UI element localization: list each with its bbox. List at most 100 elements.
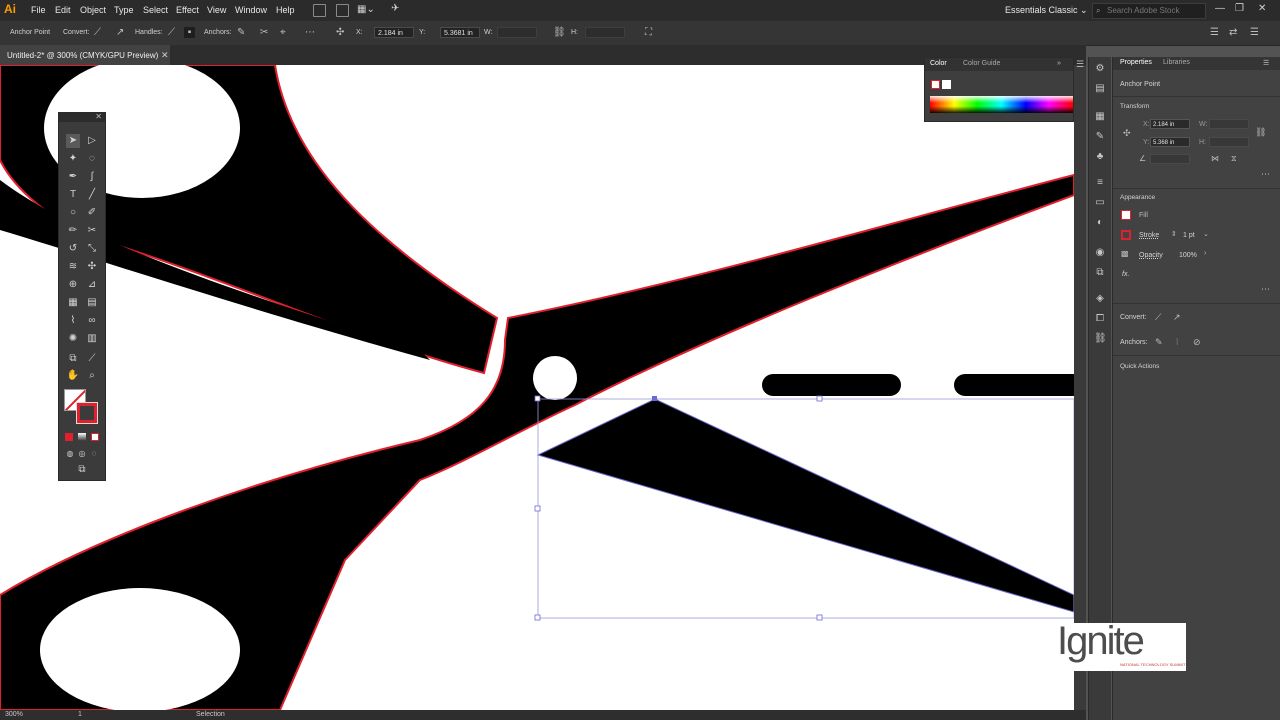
links-icon[interactable]: ⛓ [1094,333,1107,345]
symbol-sprayer-icon[interactable]: ✺ [66,332,80,346]
selection-tool-icon[interactable]: ➤ [66,134,80,148]
menu-effect[interactable]: Effect [176,5,199,15]
stroke-color-swatch[interactable] [1121,230,1131,240]
gpu-performance-icon[interactable]: ✈ [391,3,399,14]
cut-path-icon[interactable]: ⊘ [1193,337,1201,348]
menu-window[interactable]: Window [235,5,267,15]
menu-view[interactable]: View [207,5,226,15]
direct-selection-tool-icon[interactable]: ▷ [85,134,99,148]
rotate-tool-icon[interactable]: ↺ [66,242,80,256]
remove-anchor-icon[interactable]: ✎ [237,27,245,38]
tab-color-guide[interactable]: Color Guide [963,60,1000,67]
swatches-icon[interactable]: ▦ [1094,111,1106,123]
artboard-tool-icon[interactable]: ⧉ [66,352,80,366]
eyedropper-icon[interactable]: ⌇ [66,314,80,328]
bridge-icon[interactable] [313,4,326,17]
none-mode-icon[interactable] [91,433,99,441]
artboard-number[interactable]: 1 [78,711,82,718]
tab-color[interactable]: Color [930,60,947,67]
opacity-value[interactable]: 100% [1179,252,1197,259]
y-field[interactable]: 5.3681 in [440,27,480,38]
stock-search-input[interactable]: ⌕ Search Adobe Stock [1092,3,1206,19]
menu-type[interactable]: Type [114,5,134,15]
gradient-panel-icon[interactable]: ▭ [1094,197,1106,209]
shape-builder-icon[interactable]: ⊕ [66,278,80,292]
menu-edit[interactable]: Edit [55,5,71,15]
ellipse-tool-icon[interactable]: ○ [66,206,80,220]
more-options-icon[interactable]: ⋯ [1261,169,1270,180]
symbols-icon[interactable]: ♣ [1094,151,1106,163]
magic-wand-icon[interactable]: ✦ [66,152,80,166]
w-field[interactable] [497,27,537,38]
close-document-icon[interactable]: ✕ [161,50,169,61]
x-field[interactable]: 2.184 in [374,27,414,38]
reference-point-icon[interactable]: ✣ [1123,128,1131,139]
prop-h-field[interactable] [1209,137,1249,147]
libraries-icon[interactable]: ▤ [1094,83,1106,95]
zoom-tool-icon[interactable]: ⌕ [85,369,99,383]
screen-mode-icon[interactable]: ⧉ [75,463,89,477]
align-icon[interactable]: ⋯ [305,27,315,38]
opacity-label[interactable]: Opacity [1139,252,1163,259]
stroke-panel-icon[interactable]: ≡ [1094,177,1106,189]
document-tab[interactable]: Untitled-2* @ 300% (CMYK/GPU Preview) ✕ [0,45,170,65]
brushes-icon[interactable]: ✎ [1094,131,1106,143]
stroke-swatch[interactable] [76,402,98,424]
tab-properties[interactable]: Properties [1120,59,1152,66]
control-menu-icon[interactable]: ☰ [1250,27,1259,38]
stroke-stepper-icon[interactable]: ⇕ [1171,230,1177,238]
maximize-icon[interactable]: ❐ [1235,3,1244,14]
gradient-mode-icon[interactable] [78,433,86,441]
graphic-styles-icon[interactable]: ⧉ [1094,267,1106,279]
blend-tool-icon[interactable]: ∞ [85,314,99,328]
menu-select[interactable]: Select [143,5,168,15]
appearance-panel-icon[interactable]: ◉ [1094,247,1106,259]
panel-menu-icon[interactable]: ☰ [1076,59,1084,70]
transform-icon[interactable]: ⛶ [645,27,652,38]
properties-icon[interactable]: ⚙ [1094,63,1106,75]
convert-smooth-icon[interactable]: ↗ [116,27,124,38]
constrain-link-icon[interactable]: ⛓ [553,27,566,38]
show-handles-icon[interactable]: ⟋ [168,27,175,38]
flip-horizontal-icon[interactable]: ⋈ [1211,154,1219,163]
type-tool-icon[interactable]: T [66,188,80,202]
convert-smooth-icon[interactable]: ↗ [1173,312,1181,323]
width-tool-icon[interactable]: ≋ [66,260,80,274]
panel-collapse-icon[interactable]: » [1057,60,1061,67]
hand-tool-icon[interactable]: ✋ [66,369,80,383]
reference-point-icon[interactable]: ✣ [336,27,344,38]
hide-handles-icon[interactable]: ▪ [184,27,195,38]
perspective-grid-icon[interactable]: ⊿ [85,278,99,292]
menu-file[interactable]: File [31,5,46,15]
zoom-level[interactable]: 300% [5,711,23,718]
pencil-tool-icon[interactable]: ✏ [66,224,80,238]
prop-y-field[interactable]: 5.368 in [1150,137,1190,147]
rotate-angle-icon[interactable]: ∠ [1139,154,1146,163]
puppet-warp-icon[interactable]: ✣ [85,260,99,274]
menu-help[interactable]: Help [276,5,295,15]
column-graph-icon[interactable]: ▥ [85,332,99,346]
scissors-tool-icon[interactable]: ✂ [85,224,99,238]
color-spectrum[interactable] [930,96,1073,113]
pen-tool-icon[interactable]: ✒ [66,170,80,184]
gradient-tool-icon[interactable]: ▤ [85,296,99,310]
stroke-label[interactable]: Stroke [1139,232,1159,239]
paintbrush-icon[interactable]: ✐ [85,206,99,220]
arrange-icon[interactable]: ⇄ [1229,27,1237,38]
artboard-canvas[interactable] [0,65,1074,710]
appearance-more-icon[interactable]: ⋯ [1261,284,1270,295]
fill-indicator[interactable] [931,80,940,89]
cut-path-icon[interactable]: ✂ [260,27,268,38]
scale-tool-icon[interactable]: ⤡ [85,242,99,256]
arrange-documents-icon[interactable]: ▦⌄ [357,4,375,15]
convert-corner-icon[interactable]: ⟋ [94,27,101,38]
layers-icon[interactable]: ◈ [1094,293,1106,305]
transparency-icon[interactable]: ◐ [1094,217,1106,229]
convert-corner-icon[interactable]: ⟋ [1155,312,1161,323]
color-mode-icon[interactable] [65,433,73,441]
tools-panel-header[interactable]: ✕ [59,112,105,122]
lasso-icon[interactable]: ◌ [85,152,99,166]
stroke-indicator[interactable] [942,80,951,89]
fill-none-swatch[interactable] [1121,210,1131,220]
line-tool-icon[interactable]: ╱ [85,188,99,202]
